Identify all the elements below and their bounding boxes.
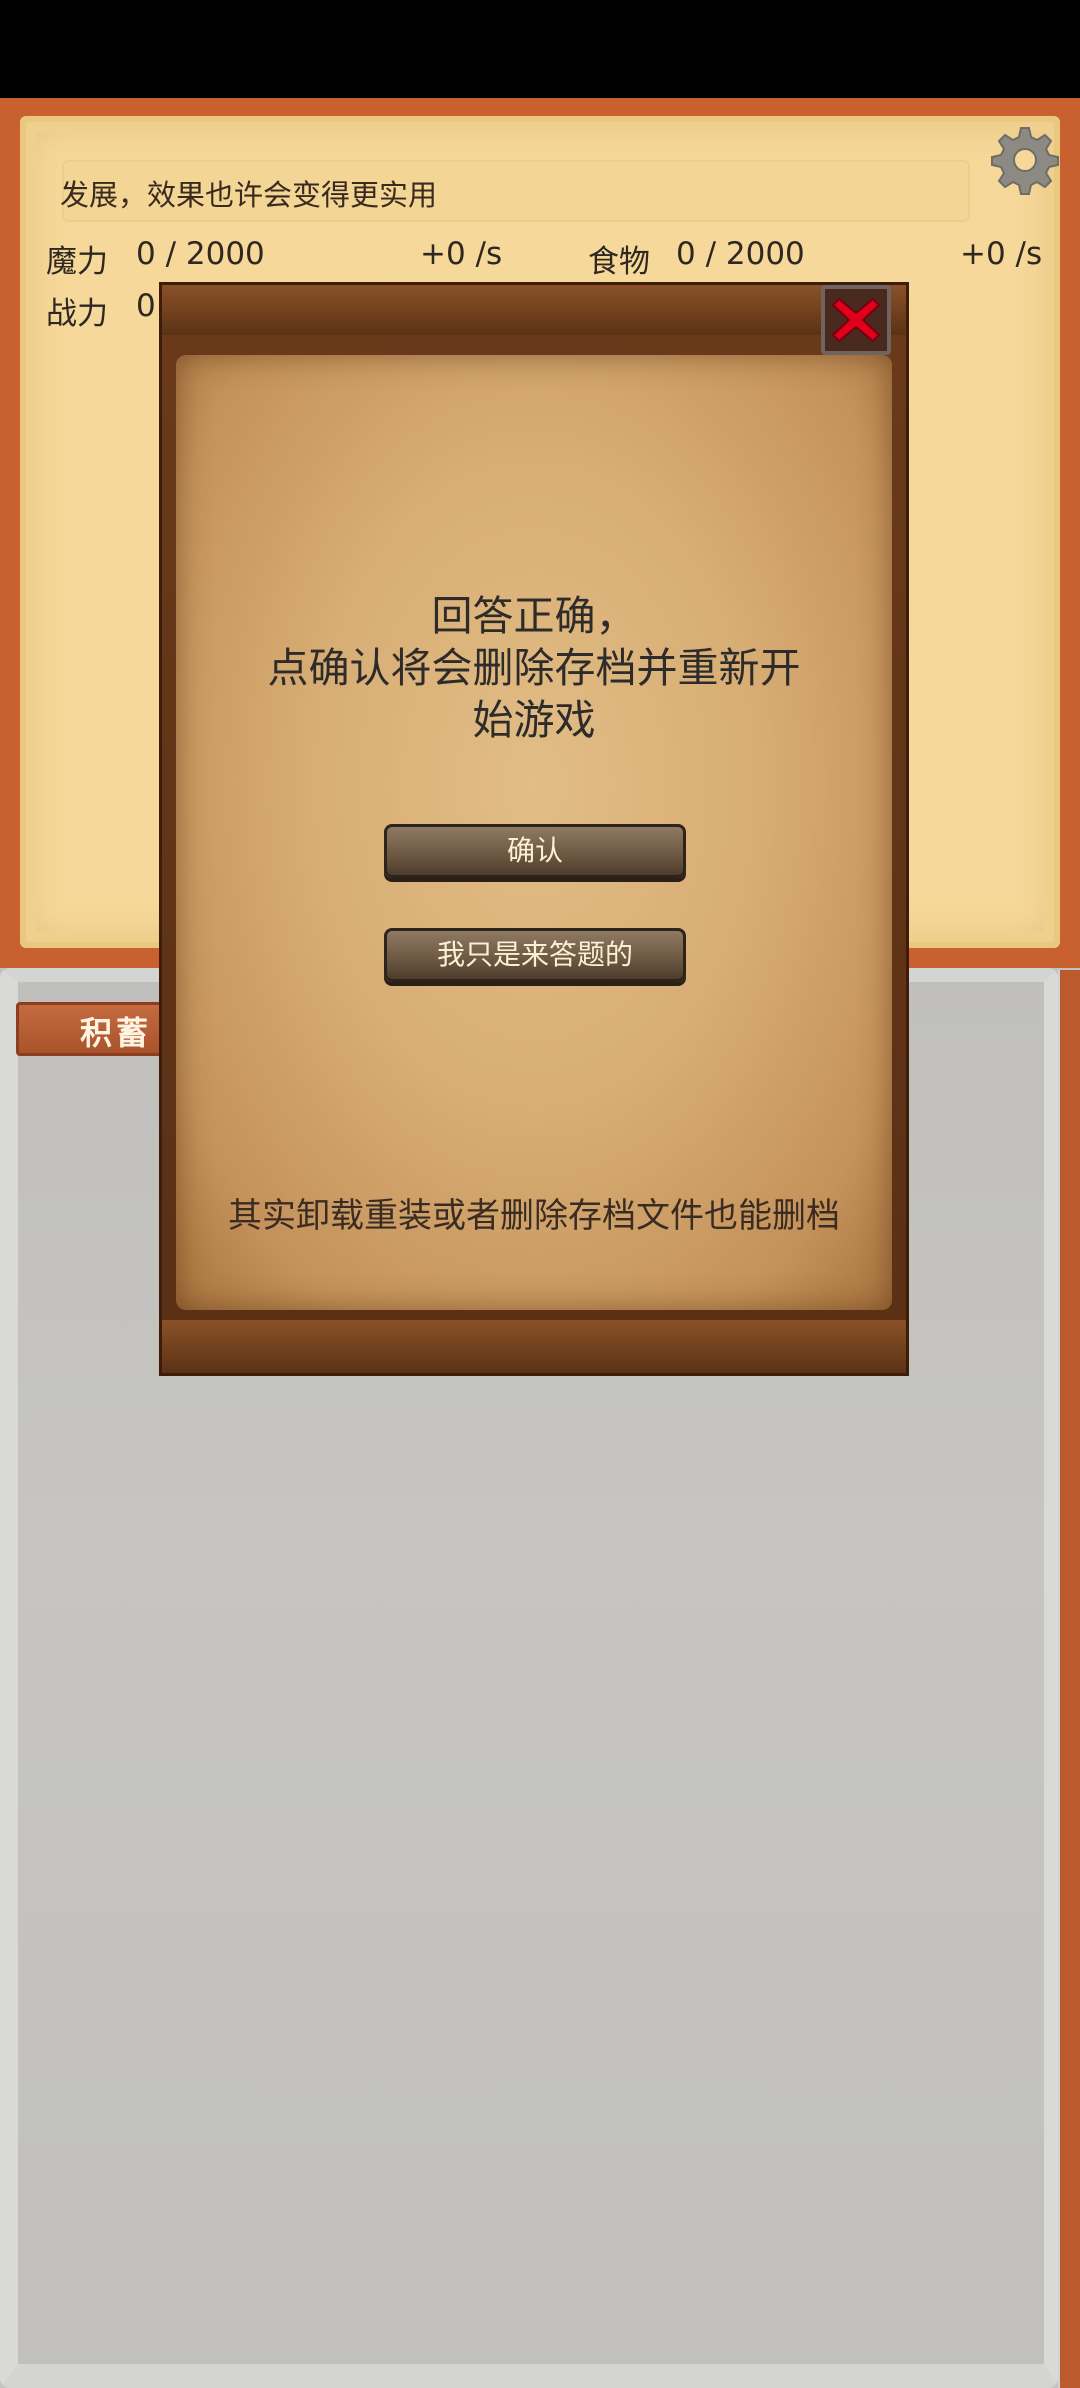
gear-icon: [991, 127, 1059, 195]
mana-rate: +0 /s: [420, 236, 503, 272]
confirm-button[interactable]: 确认: [384, 824, 686, 878]
scrollbar[interactable]: [1058, 970, 1080, 2388]
mana-value: 0 / 2000: [136, 236, 265, 272]
dialog-top-bar: [162, 285, 906, 335]
status-bar: [0, 0, 1080, 100]
close-icon: [831, 297, 881, 343]
tab-savings-label: 积蓄: [80, 1014, 153, 1052]
food-label: 食物: [588, 244, 650, 280]
cancel-button[interactable]: 我只是来答题的: [384, 928, 686, 982]
dialog-title: 回答正确， 点确认将会删除存档并重新开 始游戏: [267, 592, 801, 744]
dialog-footnote: 其实卸载重装或者删除存档文件也能删档: [228, 1196, 840, 1236]
power-value: 0: [136, 288, 156, 324]
food-rate: +0 /s: [960, 236, 1043, 272]
power-label: 战力: [46, 296, 108, 332]
food-value: 0 / 2000: [676, 236, 805, 272]
settings-button[interactable]: [990, 125, 1060, 195]
dialog-bottom-bar: [162, 1320, 906, 1373]
message-text: 发展，效果也许会变得更实用: [60, 178, 438, 212]
close-button[interactable]: [821, 285, 891, 355]
mana-label: 魔力: [46, 244, 108, 280]
